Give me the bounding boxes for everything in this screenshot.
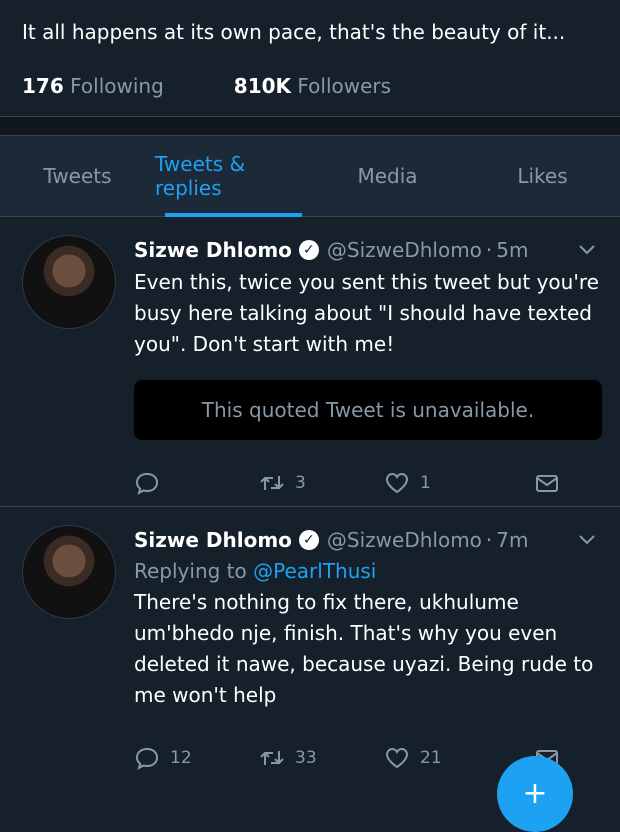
separator-dot: · xyxy=(485,528,493,552)
retweet-count: 3 xyxy=(295,473,306,493)
tab-media[interactable]: Media xyxy=(310,136,465,216)
retweet-count: 33 xyxy=(295,748,317,768)
chevron-down-icon[interactable] xyxy=(578,240,600,261)
heart-icon xyxy=(385,747,409,769)
avatar[interactable] xyxy=(22,525,116,619)
share-button[interactable] xyxy=(534,470,600,496)
profile-header: It all happens at its own pace, that's t… xyxy=(0,0,620,116)
author-handle[interactable]: @SizweDhlomo xyxy=(327,238,482,262)
compose-icon: + xyxy=(522,776,548,811)
verified-badge-icon: ✓ xyxy=(298,530,319,550)
like-button[interactable]: 21 xyxy=(384,745,509,771)
tab-likes[interactable]: Likes xyxy=(465,136,620,216)
like-button[interactable]: 1 xyxy=(384,470,509,496)
profile-stats: 176 Following 810K Followers xyxy=(22,74,598,98)
reply-icon xyxy=(135,472,159,496)
verified-badge-icon: ✓ xyxy=(298,240,319,260)
like-count: 1 xyxy=(420,473,431,493)
followers-link[interactable]: 810K Followers xyxy=(234,74,391,98)
retweet-icon xyxy=(260,476,284,490)
author-name[interactable]: Sizwe Dhlomo xyxy=(134,238,292,262)
reply-button[interactable]: 12 xyxy=(134,745,259,771)
tab-tweets[interactable]: Tweets xyxy=(0,136,155,216)
reply-icon xyxy=(135,747,159,771)
tweet-timestamp: 5m xyxy=(496,238,529,262)
retweet-button[interactable]: 3 xyxy=(259,470,384,496)
following-count: 176 xyxy=(22,74,64,98)
author-handle[interactable]: @SizweDhlomo xyxy=(327,528,482,552)
following-link[interactable]: 176 Following xyxy=(22,74,164,98)
envelope-icon xyxy=(536,475,558,492)
tweet-text: Even this, twice you sent this tweet but… xyxy=(134,270,599,356)
retweet-button[interactable]: 33 xyxy=(259,745,384,771)
tweet-item[interactable]: Sizwe Dhlomo ✓ @SizweDhlomo · 5m Even th… xyxy=(0,217,620,507)
section-divider xyxy=(0,116,620,136)
replying-to: Replying to @PearlThusi xyxy=(134,557,600,585)
replying-to-label: Replying to xyxy=(134,559,247,583)
tweet-timestamp: 7m xyxy=(496,528,529,552)
profile-bio: It all happens at its own pace, that's t… xyxy=(22,20,566,44)
compose-tweet-button[interactable]: + xyxy=(497,756,573,832)
retweet-icon xyxy=(260,751,284,765)
tweet-text: There's nothing to fix there, ukhulume u… xyxy=(134,590,594,707)
quoted-tweet-unavailable: This quoted Tweet is unavailable. xyxy=(134,380,602,440)
reply-count: 12 xyxy=(170,748,192,768)
like-count: 21 xyxy=(420,748,442,768)
separator-dot: · xyxy=(485,238,493,262)
tab-tweets-and-replies[interactable]: Tweets & replies xyxy=(155,136,310,217)
heart-icon xyxy=(385,472,409,494)
chevron-down-icon[interactable] xyxy=(578,530,600,551)
followers-label: Followers xyxy=(297,74,392,98)
author-name[interactable]: Sizwe Dhlomo xyxy=(134,528,292,552)
avatar[interactable] xyxy=(22,235,116,329)
following-label: Following xyxy=(70,74,164,98)
reply-button[interactable] xyxy=(134,470,259,496)
replying-to-handle[interactable]: @PearlThusi xyxy=(253,559,376,583)
profile-tabs: Tweets Tweets & replies Media Likes xyxy=(0,136,620,217)
followers-count: 810K xyxy=(233,74,292,98)
